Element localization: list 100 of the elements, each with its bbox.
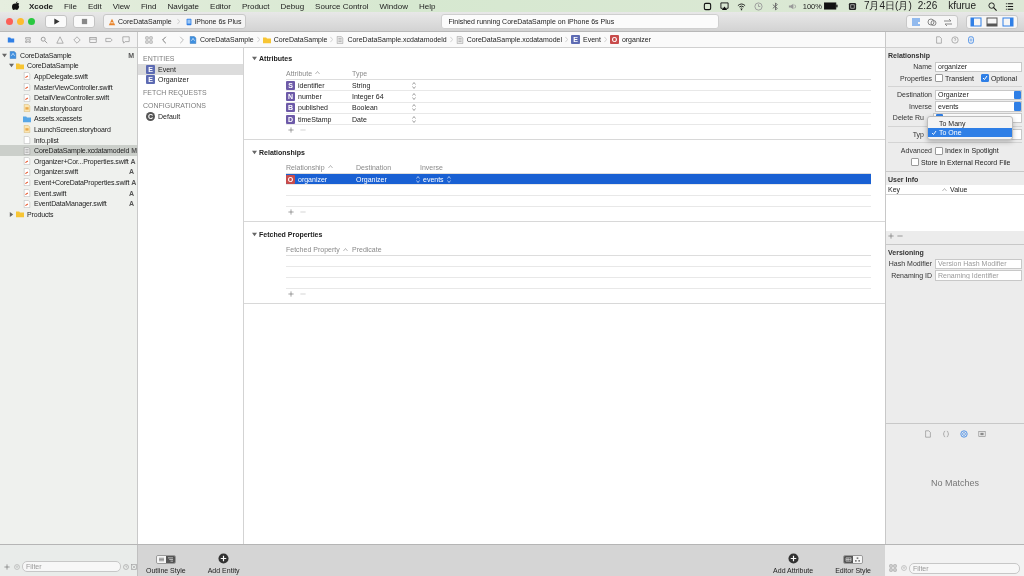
segment-button[interactable] — [853, 556, 863, 563]
user-name[interactable]: kfurue — [948, 0, 976, 12]
expanded-triangle-icon[interactable] — [252, 149, 257, 155]
app-target-icon — [108, 17, 116, 26]
hierarchy-icon — [166, 557, 174, 562]
volume-icon[interactable] — [787, 1, 797, 11]
filter-icon — [901, 565, 907, 571]
related-items-icon[interactable] — [145, 35, 153, 44]
collapsed-triangle-icon[interactable] — [9, 211, 14, 217]
search-icon[interactable] — [988, 1, 997, 11]
swift-file-icon — [23, 189, 31, 197]
data-model-icon — [455, 35, 464, 44]
close-window-button[interactable] — [6, 18, 13, 25]
add-icon[interactable] — [288, 127, 294, 134]
bluetooth-icon[interactable] — [770, 1, 780, 11]
menu-item[interactable]: Xcode — [29, 1, 53, 11]
menu-item[interactable]: Navigate — [167, 1, 200, 11]
storyboard-file-icon — [23, 125, 31, 134]
version-editor-icon[interactable] — [942, 16, 954, 27]
utilities-panel-icon[interactable] — [1002, 16, 1014, 27]
add-icon[interactable] — [288, 291, 294, 298]
expanded-triangle-icon[interactable] — [252, 55, 257, 61]
add-icon — [787, 553, 799, 564]
swift-file-icon — [23, 178, 31, 187]
folder-icon — [16, 210, 24, 219]
file-icon[interactable] — [935, 35, 943, 44]
grid-view-icon[interactable] — [889, 564, 897, 572]
empty-message: No Matches — [931, 477, 979, 488]
menu-bar-date[interactable]: 7月4日(月) — [863, 0, 912, 12]
segment-button[interactable] — [165, 556, 175, 563]
menu-item[interactable]: File — [64, 1, 77, 11]
menu-item[interactable]: Help — [418, 1, 436, 11]
device-icon — [184, 17, 193, 26]
add-icon[interactable] — [888, 233, 894, 239]
stop-icon — [80, 18, 88, 25]
battery-icon[interactable] — [823, 2, 838, 10]
source-control-icon[interactable] — [131, 563, 137, 570]
test-icon[interactable] — [72, 35, 81, 44]
help-icon[interactable] — [951, 35, 959, 44]
media-icon[interactable] — [978, 429, 986, 438]
popup-arrows-icon[interactable] — [412, 92, 416, 100]
graph-icon — [854, 557, 862, 562]
data-model-icon — [23, 146, 31, 155]
add-icon[interactable] — [288, 209, 294, 216]
braces-icon[interactable] — [942, 429, 950, 438]
add-icon[interactable] — [4, 564, 10, 570]
minimize-window-button[interactable] — [17, 18, 24, 25]
play-icon — [52, 18, 60, 25]
menu-item[interactable]: Editor — [210, 1, 231, 11]
menu-item[interactable]: Find — [140, 1, 157, 11]
segment-button[interactable] — [844, 556, 854, 563]
expanded-triangle-icon[interactable] — [252, 232, 257, 237]
debug-icon[interactable] — [89, 35, 98, 44]
popup-arrows-icon[interactable] — [412, 81, 416, 89]
filter-icon — [14, 563, 20, 570]
file-icon — [23, 136, 31, 145]
window-icon[interactable] — [702, 1, 712, 11]
airplay-icon[interactable] — [719, 1, 729, 11]
object-icon[interactable] — [960, 429, 968, 438]
debug-panel-icon[interactable] — [986, 16, 998, 27]
swift-file-icon — [23, 72, 31, 81]
folder-icon[interactable] — [7, 35, 16, 44]
list-icon — [157, 557, 165, 562]
data-model-icon — [336, 35, 345, 44]
menu-item[interactable]: Debug — [280, 1, 305, 11]
remove-icon[interactable] — [897, 233, 903, 239]
list-icon[interactable] — [1005, 1, 1014, 11]
clock-icon[interactable] — [753, 1, 763, 11]
zoom-window-button[interactable] — [28, 18, 35, 25]
project-icon — [189, 35, 197, 44]
folder-icon — [23, 114, 31, 123]
navigator-panel-icon[interactable] — [970, 16, 982, 27]
storyboard-file-icon — [23, 104, 31, 113]
breakpoint-icon[interactable] — [105, 35, 114, 44]
add-icon — [218, 553, 230, 564]
menu-item[interactable]: Edit — [87, 1, 102, 11]
apple-logo-icon[interactable] — [12, 1, 20, 11]
menu-item[interactable]: Window — [379, 1, 408, 11]
model-icon[interactable] — [967, 35, 975, 44]
app-status-icon[interactable] — [847, 1, 857, 11]
table-icon — [845, 557, 853, 562]
warning-icon[interactable] — [56, 35, 65, 44]
report-icon[interactable] — [121, 35, 130, 44]
recent-icon[interactable] — [123, 563, 129, 570]
folder-icon — [16, 61, 24, 70]
wifi-icon[interactable] — [736, 1, 746, 11]
stop-button[interactable] — [73, 15, 95, 28]
menu-item[interactable]: View — [112, 1, 130, 11]
hierarchy-icon[interactable] — [23, 35, 32, 44]
menu-bar-time[interactable]: 2:26 — [917, 0, 938, 12]
checkmark-icon — [981, 75, 988, 82]
standard-editor-icon[interactable] — [910, 16, 922, 27]
assistant-editor-icon[interactable] — [926, 16, 938, 27]
file-icon[interactable] — [924, 429, 932, 438]
popup-arrows-icon[interactable] — [412, 115, 416, 123]
swift-file-icon — [23, 199, 31, 208]
run-button[interactable] — [45, 15, 67, 28]
menu-item[interactable]: Source Control — [315, 1, 369, 11]
popup-arrows-icon[interactable] — [412, 104, 416, 112]
menu-item[interactable]: Product — [241, 1, 270, 11]
